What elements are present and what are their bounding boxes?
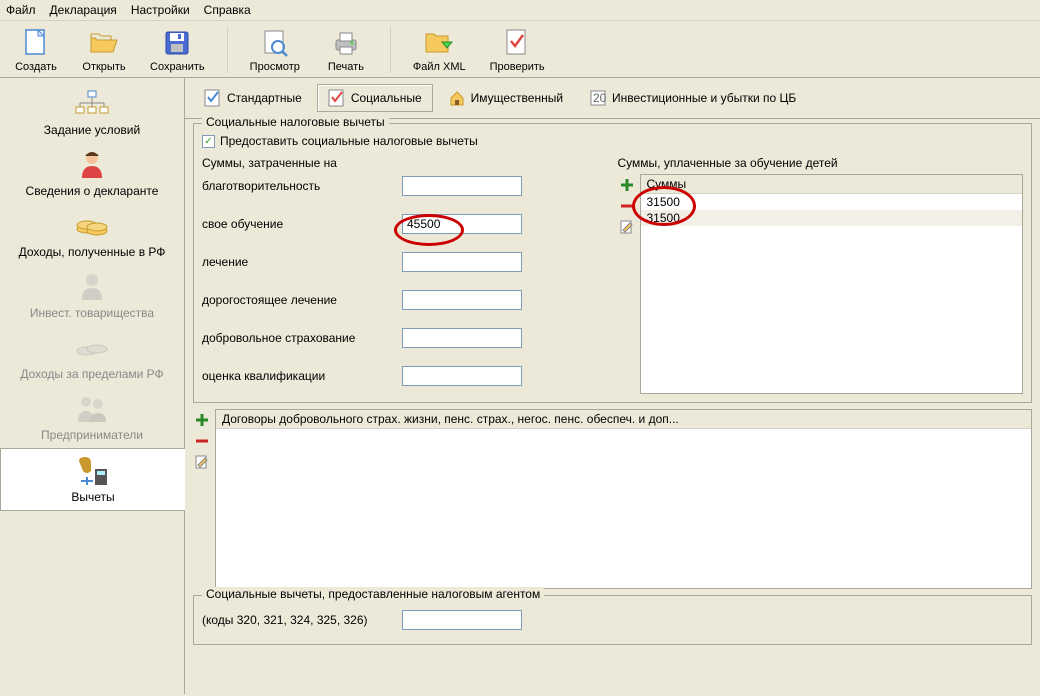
group-sums: Суммы, затраченные на благотворительност… [202, 156, 608, 386]
children-list-header: Суммы [641, 175, 1023, 194]
field-education-input[interactable] [402, 214, 522, 234]
toolbar: Создать Открыть Сохранить Просмотр Печат… [0, 21, 1040, 78]
entrepreneur-icon [72, 393, 112, 425]
toolbar-open-label: Открыть [82, 61, 125, 73]
conditions-icon [72, 88, 112, 120]
toolbar-new[interactable]: Создать [6, 25, 66, 75]
toolbar-open[interactable]: Открыть [74, 25, 134, 75]
list-item[interactable]: 31500 [641, 210, 1023, 226]
contracts-header: Договоры добровольного страх. жизни, пен… [216, 410, 1031, 429]
toolbar-xml[interactable]: Файл XML [405, 25, 474, 75]
checkbox-provide-label: Предоставить социальные налоговые вычеты [220, 134, 478, 148]
toolbar-check-label: Проверить [490, 61, 545, 73]
svg-text:20..: 20.. [593, 91, 607, 105]
sidebar-declarant-label: Сведения о декларанте [26, 184, 159, 198]
standard-icon [204, 89, 222, 107]
group-agent-title: Социальные вычеты, предоставленные налог… [202, 587, 544, 601]
field-charity-label: благотворительность [202, 179, 402, 193]
sidebar-item-invest: Инвест. товарищества [0, 265, 184, 326]
field-qualification-input[interactable] [402, 366, 522, 386]
contracts-remove-button[interactable] [193, 432, 211, 450]
contracts-add-button[interactable] [193, 411, 211, 429]
content-area: Стандартные Социальные Имущественный 20.… [185, 78, 1040, 694]
list-add-button[interactable] [618, 176, 636, 194]
group-social: Социальные налоговые вычеты ✓ Предостави… [193, 123, 1032, 403]
tab-social-label: Социальные [351, 91, 422, 105]
sidebar-item-income-rf[interactable]: Доходы, полученные в РФ [0, 204, 184, 265]
tab-standard-label: Стандартные [227, 91, 302, 105]
children-list[interactable]: Суммы 31500 31500 [640, 174, 1024, 394]
income-rf-icon [72, 210, 112, 242]
sidebar-invest-label: Инвест. товарищества [30, 306, 154, 320]
field-insurance-input[interactable] [402, 328, 522, 348]
checkbox-provide[interactable]: ✓ [202, 135, 215, 148]
field-charity-input[interactable] [402, 176, 522, 196]
tab-property[interactable]: Имущественный [437, 84, 574, 112]
contracts-list[interactable]: Договоры добровольного страх. жизни, пен… [215, 409, 1032, 589]
toolbar-save[interactable]: Сохранить [142, 25, 213, 75]
toolbar-new-label: Создать [15, 61, 57, 73]
contracts-edit-button[interactable] [193, 453, 211, 471]
field-treatment-label: лечение [202, 255, 402, 269]
children-group-title: Суммы, уплаченные за обучение детей [618, 156, 1024, 170]
sidebar-income-rf-label: Доходы, полученные в РФ [19, 245, 166, 259]
menu-settings[interactable]: Настройки [131, 3, 190, 17]
toolbar-save-label: Сохранить [150, 61, 205, 73]
toolbar-print[interactable]: Печать [316, 25, 376, 75]
tab-social[interactable]: Социальные [317, 84, 433, 112]
menu-declaration[interactable]: Декларация [50, 3, 117, 17]
xml-icon [423, 27, 455, 59]
preview-icon [259, 27, 291, 59]
income-abroad-icon [72, 332, 112, 364]
declarant-icon [72, 149, 112, 181]
sidebar-conditions-label: Задание условий [44, 123, 140, 137]
agent-codes-input[interactable] [402, 610, 522, 630]
sidebar: Задание условий Сведения о декларанте До… [0, 78, 185, 694]
tab-property-label: Имущественный [471, 91, 563, 105]
menu-help[interactable]: Справка [204, 3, 251, 17]
group-sums-title: Суммы, затраченные на [202, 156, 608, 170]
menu-file[interactable]: Файл [6, 3, 36, 17]
toolbar-print-label: Печать [328, 61, 364, 73]
investment-icon: 20.. [589, 89, 607, 107]
sidebar-item-declarant[interactable]: Сведения о декларанте [0, 143, 184, 204]
deductions-icon [73, 455, 113, 487]
list-remove-button[interactable] [618, 197, 636, 215]
field-insurance-label: добровольное страхование [202, 331, 402, 345]
check-icon [501, 27, 533, 59]
field-education-label: свое обучение [202, 217, 402, 231]
sidebar-entrepreneur-label: Предприниматели [41, 428, 143, 442]
tab-standard[interactable]: Стандартные [193, 84, 313, 112]
agent-codes-label: (коды 320, 321, 324, 325, 326) [202, 613, 402, 627]
sidebar-income-abroad-label: Доходы за пределами РФ [20, 367, 163, 381]
list-edit-button[interactable] [618, 218, 636, 236]
toolbar-xml-label: Файл XML [413, 61, 466, 73]
list-item[interactable]: 31500 [641, 194, 1023, 210]
group-agent: Социальные вычеты, предоставленные налог… [193, 595, 1032, 645]
tab-investment-label: Инвестиционные и убытки по ЦБ [612, 91, 796, 105]
social-icon [328, 89, 346, 107]
property-icon [448, 89, 466, 107]
sidebar-item-conditions[interactable]: Задание условий [0, 82, 184, 143]
sidebar-item-entrepreneur: Предприниматели [0, 387, 184, 448]
invest-icon [72, 271, 112, 303]
menubar: Файл Декларация Настройки Справка [0, 0, 1040, 21]
print-icon [330, 27, 362, 59]
tabbar: Стандартные Социальные Имущественный 20.… [185, 78, 1040, 119]
open-icon [88, 27, 120, 59]
field-qualification-label: оценка квалификации [202, 369, 402, 383]
field-expensive-treatment-input[interactable] [402, 290, 522, 310]
tab-investment[interactable]: 20.. Инвестиционные и убытки по ЦБ [578, 84, 807, 112]
field-treatment-input[interactable] [402, 252, 522, 272]
toolbar-check[interactable]: Проверить [482, 25, 553, 75]
group-social-title: Социальные налоговые вычеты [202, 115, 389, 129]
field-expensive-treatment-label: дорогостоящее лечение [202, 293, 402, 307]
toolbar-preview[interactable]: Просмотр [242, 25, 308, 75]
toolbar-preview-label: Просмотр [250, 61, 300, 73]
save-icon [161, 27, 193, 59]
sidebar-item-income-abroad: Доходы за пределами РФ [0, 326, 184, 387]
sidebar-deductions-label: Вычеты [71, 490, 114, 504]
new-icon [20, 27, 52, 59]
sidebar-item-deductions[interactable]: Вычеты [0, 448, 185, 511]
